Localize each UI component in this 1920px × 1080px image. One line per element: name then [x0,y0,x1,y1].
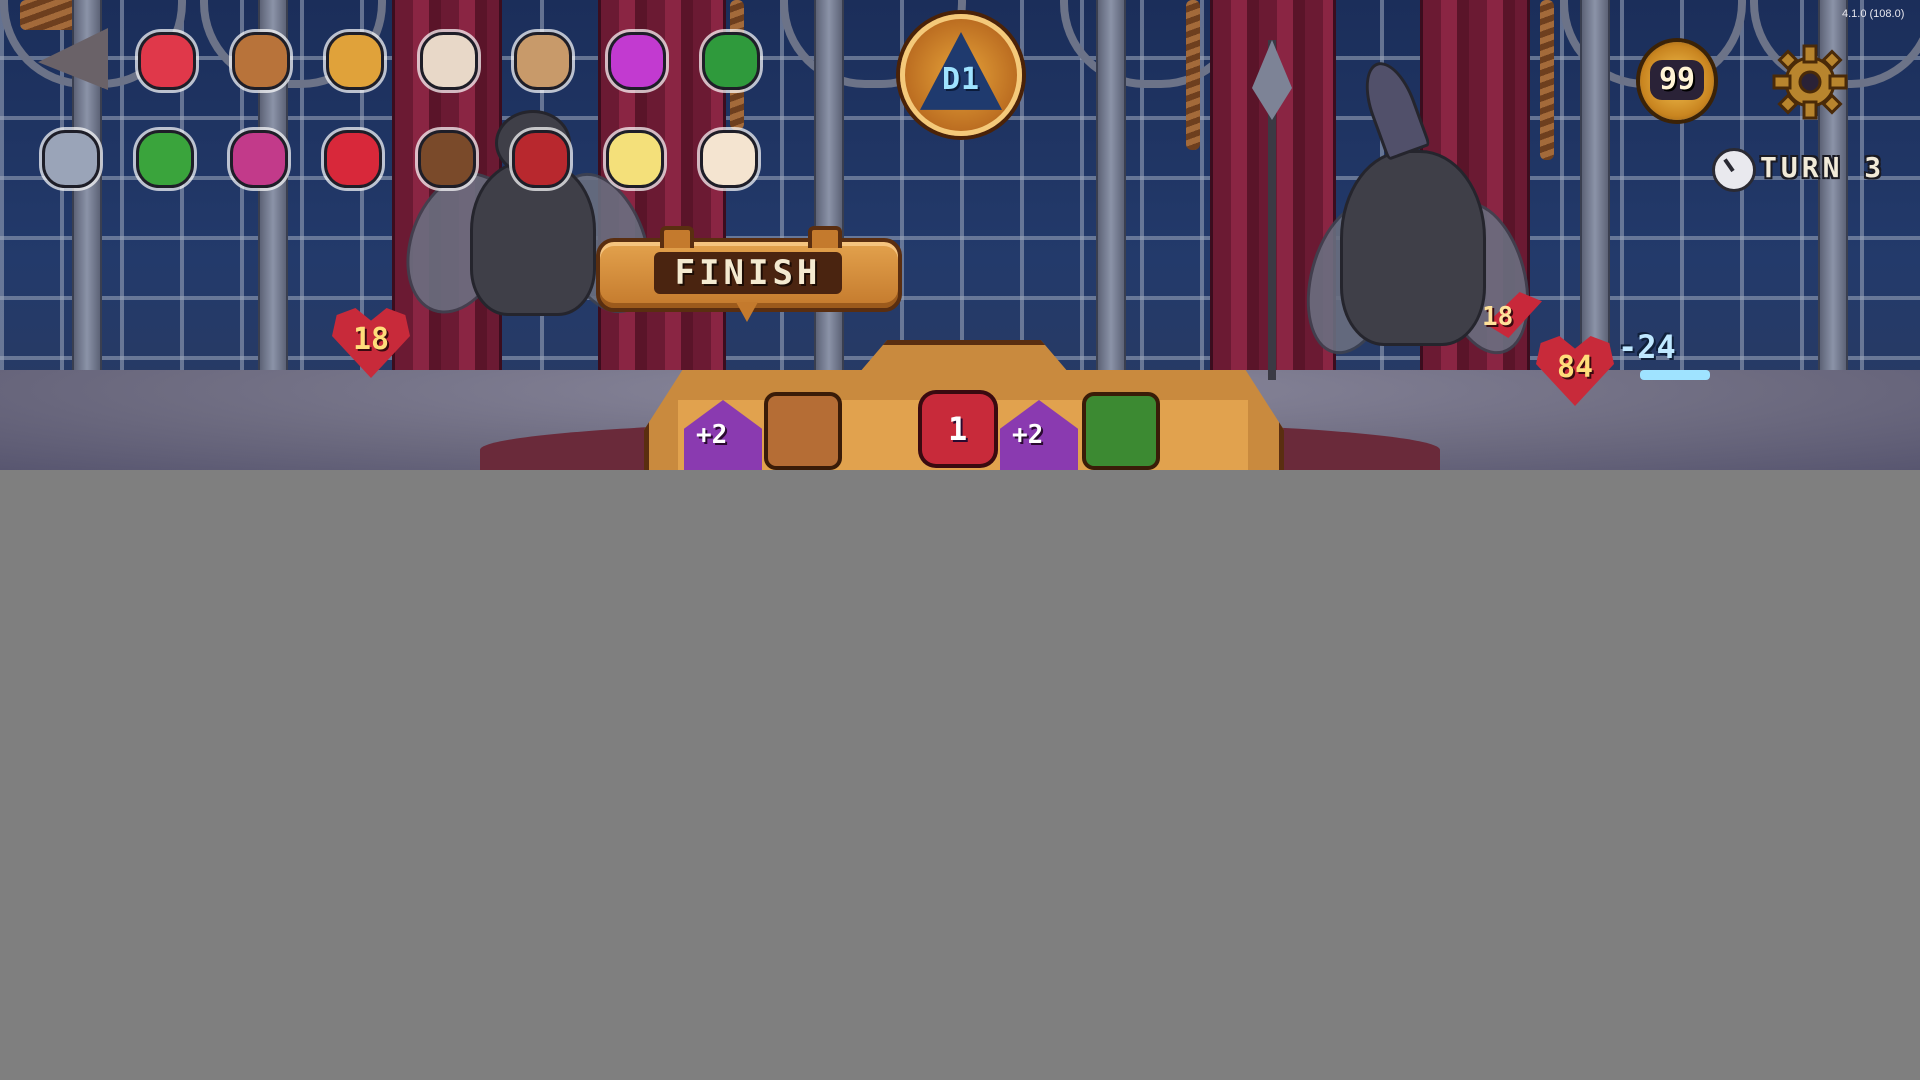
wooden-chair-icon [232,32,290,90]
green-hat-icon [702,32,760,90]
enemy-health-value: 84 [1556,350,1594,385]
gold-counter: 99 [1640,42,1714,120]
light-bulb-item[interactable] [604,128,666,190]
green-bush-icon [136,130,194,188]
red-witch-hat-item[interactable] [510,128,572,190]
flower-sprig-icon [230,130,288,188]
dungeon-level-text: D1 [941,62,981,97]
leather-pouch-icon [418,130,476,188]
shield-blade-icon [1640,370,1710,380]
pink-eye-amulet-icon [608,32,666,90]
player-health: 18 [332,308,410,378]
board-slot-empty[interactable] [764,392,842,470]
finish-button[interactable]: FINISH [596,226,902,322]
hanging-rope [1540,0,1554,160]
hanging-rope [1186,0,1200,150]
player-health-value: 18 [352,322,390,357]
enemy-attack-value: 18 [1482,302,1514,332]
empty-lower-area [0,470,1920,1080]
golden-stone-icon [326,32,384,90]
settings-button[interactable] [1770,42,1850,122]
light-bulb-icon [606,130,664,188]
dungeon-level-badge[interactable]: D1 [900,14,1022,136]
expand-arrow-icon [700,130,758,188]
gold-amount: 99 [1658,62,1696,97]
enemy-shield-value: -24 [1618,328,1676,366]
purple-die-left-label: +2 [696,420,728,450]
beetle-enemy-right[interactable] [1340,150,1486,346]
flower-sprig-item[interactable] [228,128,290,190]
turn-counter: TURN 3 [1760,151,1886,184]
golden-stone-item[interactable] [324,30,386,92]
bow-tie-item[interactable] [418,30,480,92]
red-potion-icon [138,32,196,90]
wooden-chair-item[interactable] [230,30,292,92]
finish-button-label: FINISH [654,252,842,294]
pink-eye-amulet-item[interactable] [606,30,668,92]
red-potion-item[interactable] [136,30,198,92]
metal-cubes-item[interactable] [40,128,102,190]
finish-button-tab [808,226,842,248]
expand-arrow-item[interactable] [698,128,760,190]
finish-button-tab [660,226,694,248]
green-hat-item[interactable] [700,30,762,92]
open-book-icon [514,32,572,90]
red-witch-hat-icon [512,130,570,188]
stone-pillar [1096,0,1126,400]
version-label: 4.1.0 (108.0) [1842,8,1905,20]
board-slot-green[interactable] [1082,392,1160,470]
green-bush-item[interactable] [134,128,196,190]
gear-icon [1772,44,1848,120]
enemy-health: 84 [1536,336,1614,406]
open-book-item[interactable] [512,30,574,92]
metal-cubes-icon [42,130,100,188]
purple-die-right-label: +2 [1012,420,1044,450]
leather-pouch-item[interactable] [416,128,478,190]
clock-icon [1712,148,1756,192]
red-feather-item[interactable] [322,128,384,190]
red-feather-icon [324,130,382,188]
stone-pillar [814,0,844,400]
red-die-center-label: 1 [948,410,968,448]
hanging-rope [20,0,80,30]
bow-tie-icon [420,32,478,90]
